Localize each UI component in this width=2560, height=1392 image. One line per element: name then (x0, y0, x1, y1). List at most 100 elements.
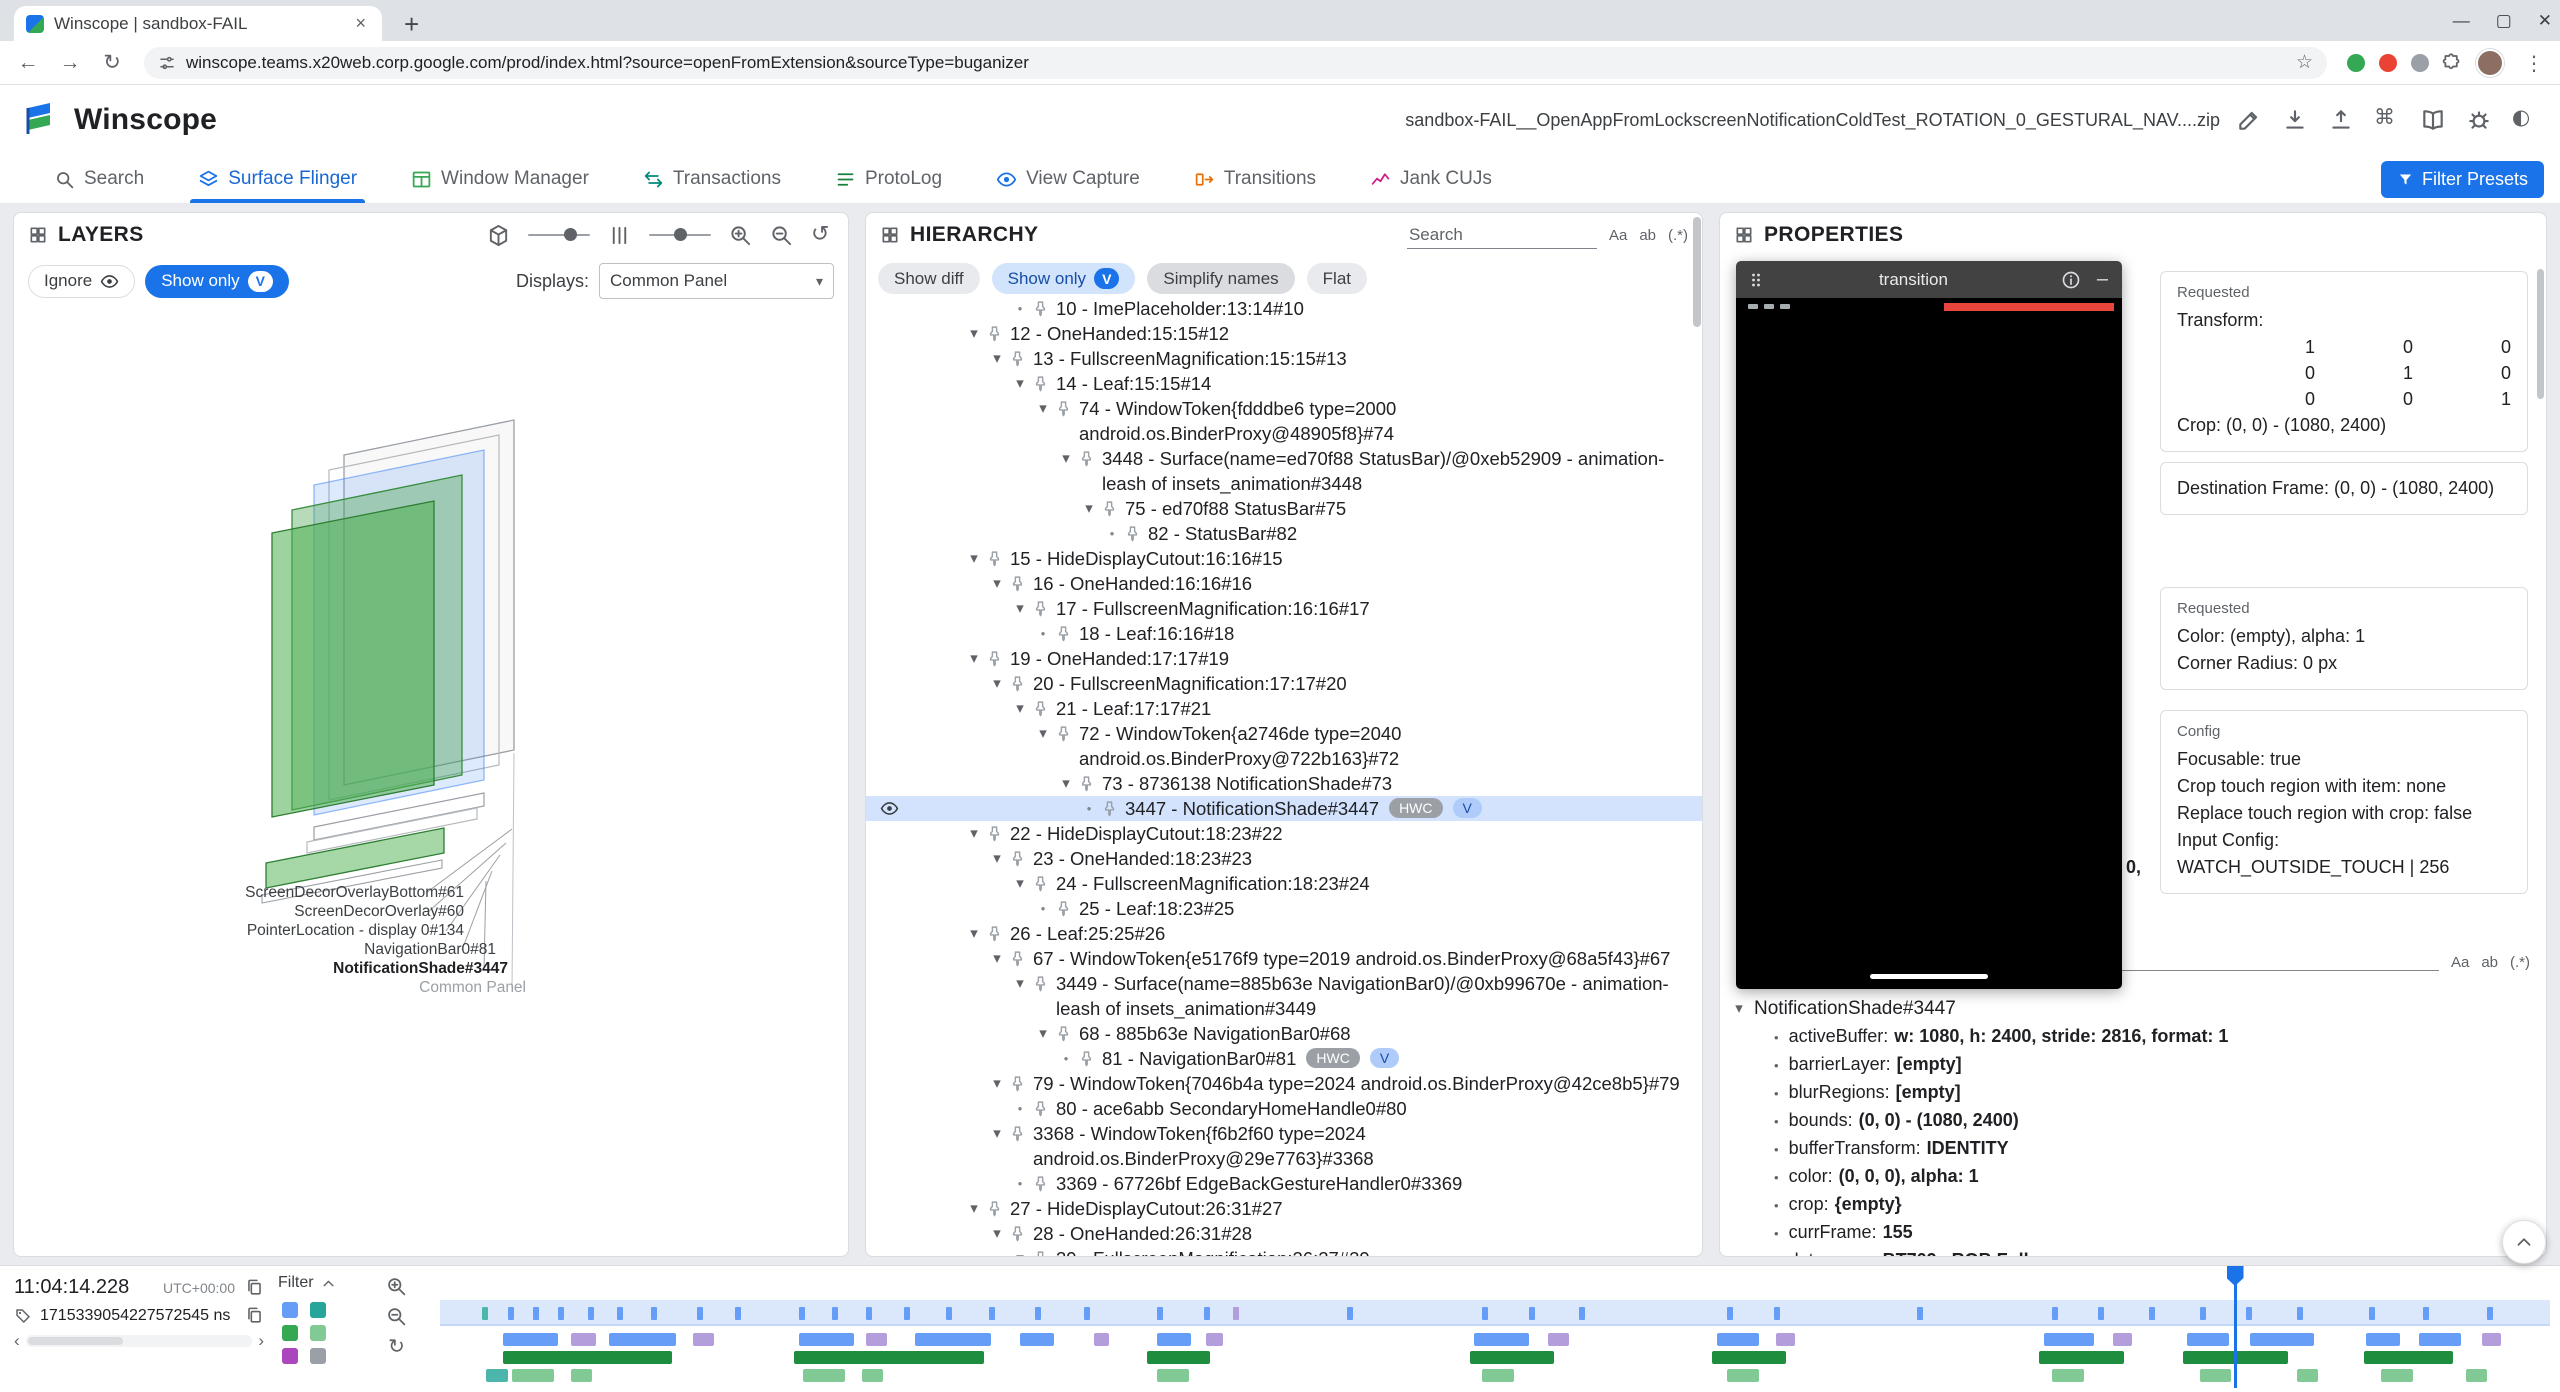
layer-label[interactable]: NavigationBar0#81 (54, 940, 496, 959)
zoom-in-icon[interactable] (729, 224, 752, 247)
hierarchy-node[interactable]: ▾68 - 885b63e NavigationBar0#68 (866, 1021, 1702, 1046)
chevron-down-icon[interactable]: ▾ (1008, 1246, 1032, 1256)
hierarchy-node[interactable]: ▾14 - Leaf:15:15#14 (866, 371, 1702, 396)
timeline-event-tick[interactable] (946, 1307, 952, 1320)
chevron-down-icon[interactable]: ▾ (1008, 596, 1032, 621)
timeline-event-tick[interactable] (1157, 1307, 1163, 1320)
extension-icon[interactable] (2347, 54, 2365, 72)
hierarchy-node[interactable]: ▾29 - FullscreenMagnification:26:27#29 (866, 1246, 1702, 1256)
bars-spacing-icon[interactable] (608, 224, 631, 247)
pin-icon[interactable] (1009, 850, 1026, 867)
bookmark-star-icon[interactable]: ☆ (2296, 53, 2313, 72)
pin-icon[interactable] (986, 825, 1003, 842)
chevron-down-icon[interactable]: ▾ (985, 1221, 1009, 1246)
trace-segment[interactable] (799, 1333, 854, 1346)
property-item[interactable]: •barrierLayer:[empty] (1730, 1051, 2536, 1079)
hierarchy-node[interactable]: •82 - StatusBar#82 (866, 521, 1702, 546)
browser-menu-icon[interactable]: ⋮ (2518, 53, 2550, 73)
screenshot-viewer-window[interactable]: transition – (1736, 261, 2122, 989)
timeline-event-tick[interactable] (2423, 1307, 2429, 1320)
pin-icon[interactable] (986, 1200, 1003, 1217)
hierarchy-node[interactable]: •81 - NavigationBar0#81HWCV (866, 1046, 1702, 1071)
hierarchy-node[interactable]: •25 - Leaf:18:23#25 (866, 896, 1702, 921)
trace-segment[interactable] (503, 1333, 558, 1346)
copy-icon[interactable] (245, 1278, 264, 1297)
timeline-event-tick[interactable] (697, 1307, 703, 1320)
pin-icon[interactable] (1032, 975, 1049, 992)
hierarchy-node[interactable]: ▾13 - FullscreenMagnification:15:15#13 (866, 346, 1702, 371)
slider-rotation[interactable] (528, 234, 590, 236)
zoom-out-icon[interactable] (770, 224, 793, 247)
trace-segment[interactable] (1776, 1333, 1795, 1346)
layer-label[interactable]: PointerLocation - display 0#134 (54, 921, 464, 940)
trace-segment[interactable] (2187, 1333, 2229, 1346)
pin-icon[interactable] (1055, 1025, 1072, 1042)
collapse-timeline-fab[interactable] (2502, 1220, 2546, 1264)
timeline-cursor[interactable] (2234, 1266, 2237, 1388)
trace-segment[interactable] (1717, 1333, 1759, 1346)
pin-icon[interactable] (1032, 375, 1049, 392)
timeline-event-tick[interactable] (533, 1307, 539, 1320)
timeline-event-tick[interactable] (617, 1307, 623, 1320)
pin-icon[interactable] (1009, 1075, 1026, 1092)
timeline-event-tick[interactable] (2098, 1307, 2104, 1320)
pin-icon[interactable] (1055, 625, 1072, 642)
tune-icon[interactable] (158, 54, 176, 72)
chevron-down-icon[interactable]: ▾ (985, 946, 1009, 971)
pin-icon[interactable] (1078, 775, 1095, 792)
match-word-icon[interactable]: ab (2481, 954, 2498, 971)
tab-transitions[interactable]: Transitions (1180, 155, 1330, 203)
trace-segment[interactable] (1147, 1351, 1210, 1364)
pin-icon[interactable] (1055, 900, 1072, 917)
chevron-down-icon[interactable]: ▾ (962, 921, 986, 946)
property-item[interactable]: •blurRegions:[empty] (1730, 1079, 2536, 1107)
pin-icon[interactable] (986, 925, 1003, 942)
window-maximize-button[interactable]: ▢ (2496, 11, 2512, 31)
timeline-event-tick[interactable] (832, 1307, 838, 1320)
refresh-icon[interactable]: ↻ (388, 1336, 405, 1356)
screen-recording-icon[interactable] (282, 1348, 298, 1364)
timeline-event-tick[interactable] (1529, 1307, 1535, 1320)
timeline-ns-value[interactable]: 1715339054227572545 ns (40, 1307, 237, 1325)
tab-surface-flinger[interactable]: Surface Flinger (184, 155, 371, 203)
chevron-down-icon[interactable]: ▾ (1008, 871, 1032, 896)
hierarchy-node[interactable]: ▾20 - FullscreenMagnification:17:17#20 (866, 671, 1702, 696)
trace-segment[interactable] (2113, 1333, 2132, 1346)
extension-icon[interactable] (2411, 54, 2429, 72)
trace-segment[interactable] (2466, 1369, 2487, 1382)
chevron-down-icon[interactable]: ▾ (985, 846, 1009, 871)
chevron-down-icon[interactable]: ▾ (1031, 721, 1055, 746)
timeline-event-tick[interactable] (799, 1307, 805, 1320)
property-item[interactable]: •currFrame:155 (1730, 1219, 2536, 1247)
timeline-event-tick[interactable] (1917, 1307, 1923, 1320)
hierarchy-node[interactable]: ▾75 - ed70f88 StatusBar#75 (866, 496, 1702, 521)
viewer-title-bar[interactable]: transition – (1736, 261, 2122, 298)
chevron-up-icon[interactable] (320, 1275, 337, 1292)
transactions-trace-icon[interactable] (310, 1302, 326, 1318)
tab-search[interactable]: Search (40, 155, 158, 203)
chevron-down-icon[interactable]: ▾ (1031, 1021, 1055, 1046)
pin-icon[interactable] (1101, 800, 1118, 817)
cursor-flag-icon[interactable] (2227, 1266, 2244, 1286)
layers-3d-canvas[interactable]: ScreenDecorOverlayBottom#61ScreenDecorOv… (14, 305, 848, 1256)
trace-segment[interactable] (1157, 1369, 1189, 1382)
match-word-icon[interactable]: ab (1639, 227, 1656, 244)
layer-label[interactable]: ScreenDecorOverlayBottom#61 (54, 883, 464, 902)
timeline-event-tick[interactable] (2297, 1307, 2303, 1320)
timeline-event-tick[interactable] (904, 1307, 910, 1320)
trace-segment[interactable] (512, 1369, 554, 1382)
hierarchy-node[interactable]: •18 - Leaf:16:16#18 (866, 621, 1702, 646)
tab-protolog[interactable]: ProtoLog (821, 155, 956, 203)
property-item[interactable]: •bufferTransform:IDENTITY (1730, 1135, 2536, 1163)
timeline-event-tick[interactable] (735, 1307, 741, 1320)
hierarchy-node[interactable]: ▾15 - HideDisplayCutout:16:16#15 (866, 546, 1702, 571)
trace-segment[interactable] (1482, 1369, 1514, 1382)
properties-detail-root[interactable]: ▾ NotificationShade#3447 (1730, 995, 2536, 1023)
new-tab-button[interactable]: + (396, 9, 427, 39)
browser-tab[interactable]: Winscope | sandbox-FAIL × (14, 6, 382, 41)
timeline-event-tick[interactable] (866, 1307, 872, 1320)
chevron-down-icon[interactable]: ▾ (962, 546, 986, 571)
trace-segment[interactable] (2250, 1333, 2313, 1346)
back-button[interactable]: ← (10, 45, 46, 81)
trace-segment[interactable] (609, 1333, 677, 1346)
